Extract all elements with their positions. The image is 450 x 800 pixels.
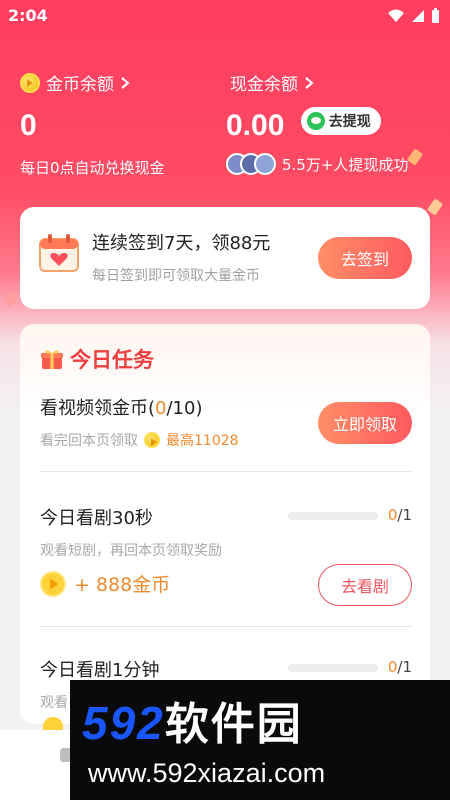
task-reward-note: 最高11028 [166,433,239,449]
task-progress-done: 0 [155,398,167,419]
task-progress-total: /1 [397,506,412,524]
signin-title: 连续签到7天，领88元 [92,233,271,254]
divider [40,471,412,472]
divider [40,626,412,627]
task-progress-text: 0/1 [388,506,412,524]
task-progress-done: 0 [387,658,398,676]
task-description: 观看短剧，再回本页领取奖励 [40,543,222,559]
wechat-icon [306,112,325,131]
chevron-right-icon [305,76,314,89]
task-name-suffix: /10) [166,398,203,419]
task-section-label: 今日任务 [70,348,154,372]
task-progress-total: /1 [397,658,412,676]
claim-button[interactable]: 立即领取 [318,402,412,444]
chevron-right-icon [121,76,130,89]
balance-area: 金币余额 0 每日0点自动兑换现金 现金余额 0.00 去提现 5.5万+人提现… [0,70,450,200]
calendar-icon [39,234,79,272]
signin-subtitle: 每日签到即可领取大量金币 [92,268,260,284]
coin-exchange-note: 每日0点自动兑换现金 [20,159,165,177]
coin-balance-label: 金币余额 [46,75,114,95]
task-section-title: 今日任务 [40,344,154,374]
task-name-prefix: 看视频领金币( [40,398,156,419]
task-card: 今日任务 看视频领金币(0/10) 看完回本页领取 最高11028 立即领取 今… [20,324,430,738]
signin-card: 连续签到7天，领88元 每日签到即可领取大量金币 去签到 [20,207,430,309]
wifi-icon [388,9,404,22]
task-reward: + 888金币 [40,570,170,597]
withdraw-stat: 5.5万+人提现成功 [282,155,409,174]
status-time: 2:04 [8,6,48,25]
signin-button[interactable]: 去签到 [318,237,412,279]
coin-balance-value: 0 [20,109,37,142]
avatar [254,153,276,175]
watch-drama-button[interactable]: 去看剧 [318,564,412,606]
coin-icon [20,72,40,93]
watermark-brand: 592软件园 [82,688,303,752]
gift-icon [41,350,63,369]
cash-balance-label: 现金余额 [230,75,298,95]
cash-balance-value: 0.00 [226,109,285,142]
task-progress-text: 0/1 [388,658,412,676]
task-progress-done: 0 [387,506,398,524]
watermark-number: 592 [82,697,165,749]
coin-balance[interactable]: 金币余额 0 每日0点自动兑换现金 [20,70,165,178]
watermark-chinese: 软件园 [164,700,303,749]
task-progress-bar [288,512,378,520]
battery-icon [432,8,439,23]
cash-balance[interactable]: 现金余额 0.00 去提现 5.5万+人提现成功 [226,70,412,175]
watermark-url: www.592xiazai.com [88,758,326,788]
task-progress-bar [288,664,378,672]
confetti-decoration [426,198,444,216]
withdraw-button[interactable]: 去提现 [300,107,381,136]
coin-play-icon [40,570,66,597]
signal-icon [412,10,424,22]
watermark: 592软件园 www.592xiazai.com [70,680,450,800]
status-icons [387,8,440,24]
task-desc-text: 看完回本页领取 [40,433,138,449]
coin-icon [144,432,160,448]
status-bar: 2:04 [0,0,450,32]
task-reward-amount: + 888金币 [74,574,171,596]
user-avatars [226,153,276,175]
confetti-decoration [2,290,20,308]
withdraw-label: 去提现 [328,113,371,130]
